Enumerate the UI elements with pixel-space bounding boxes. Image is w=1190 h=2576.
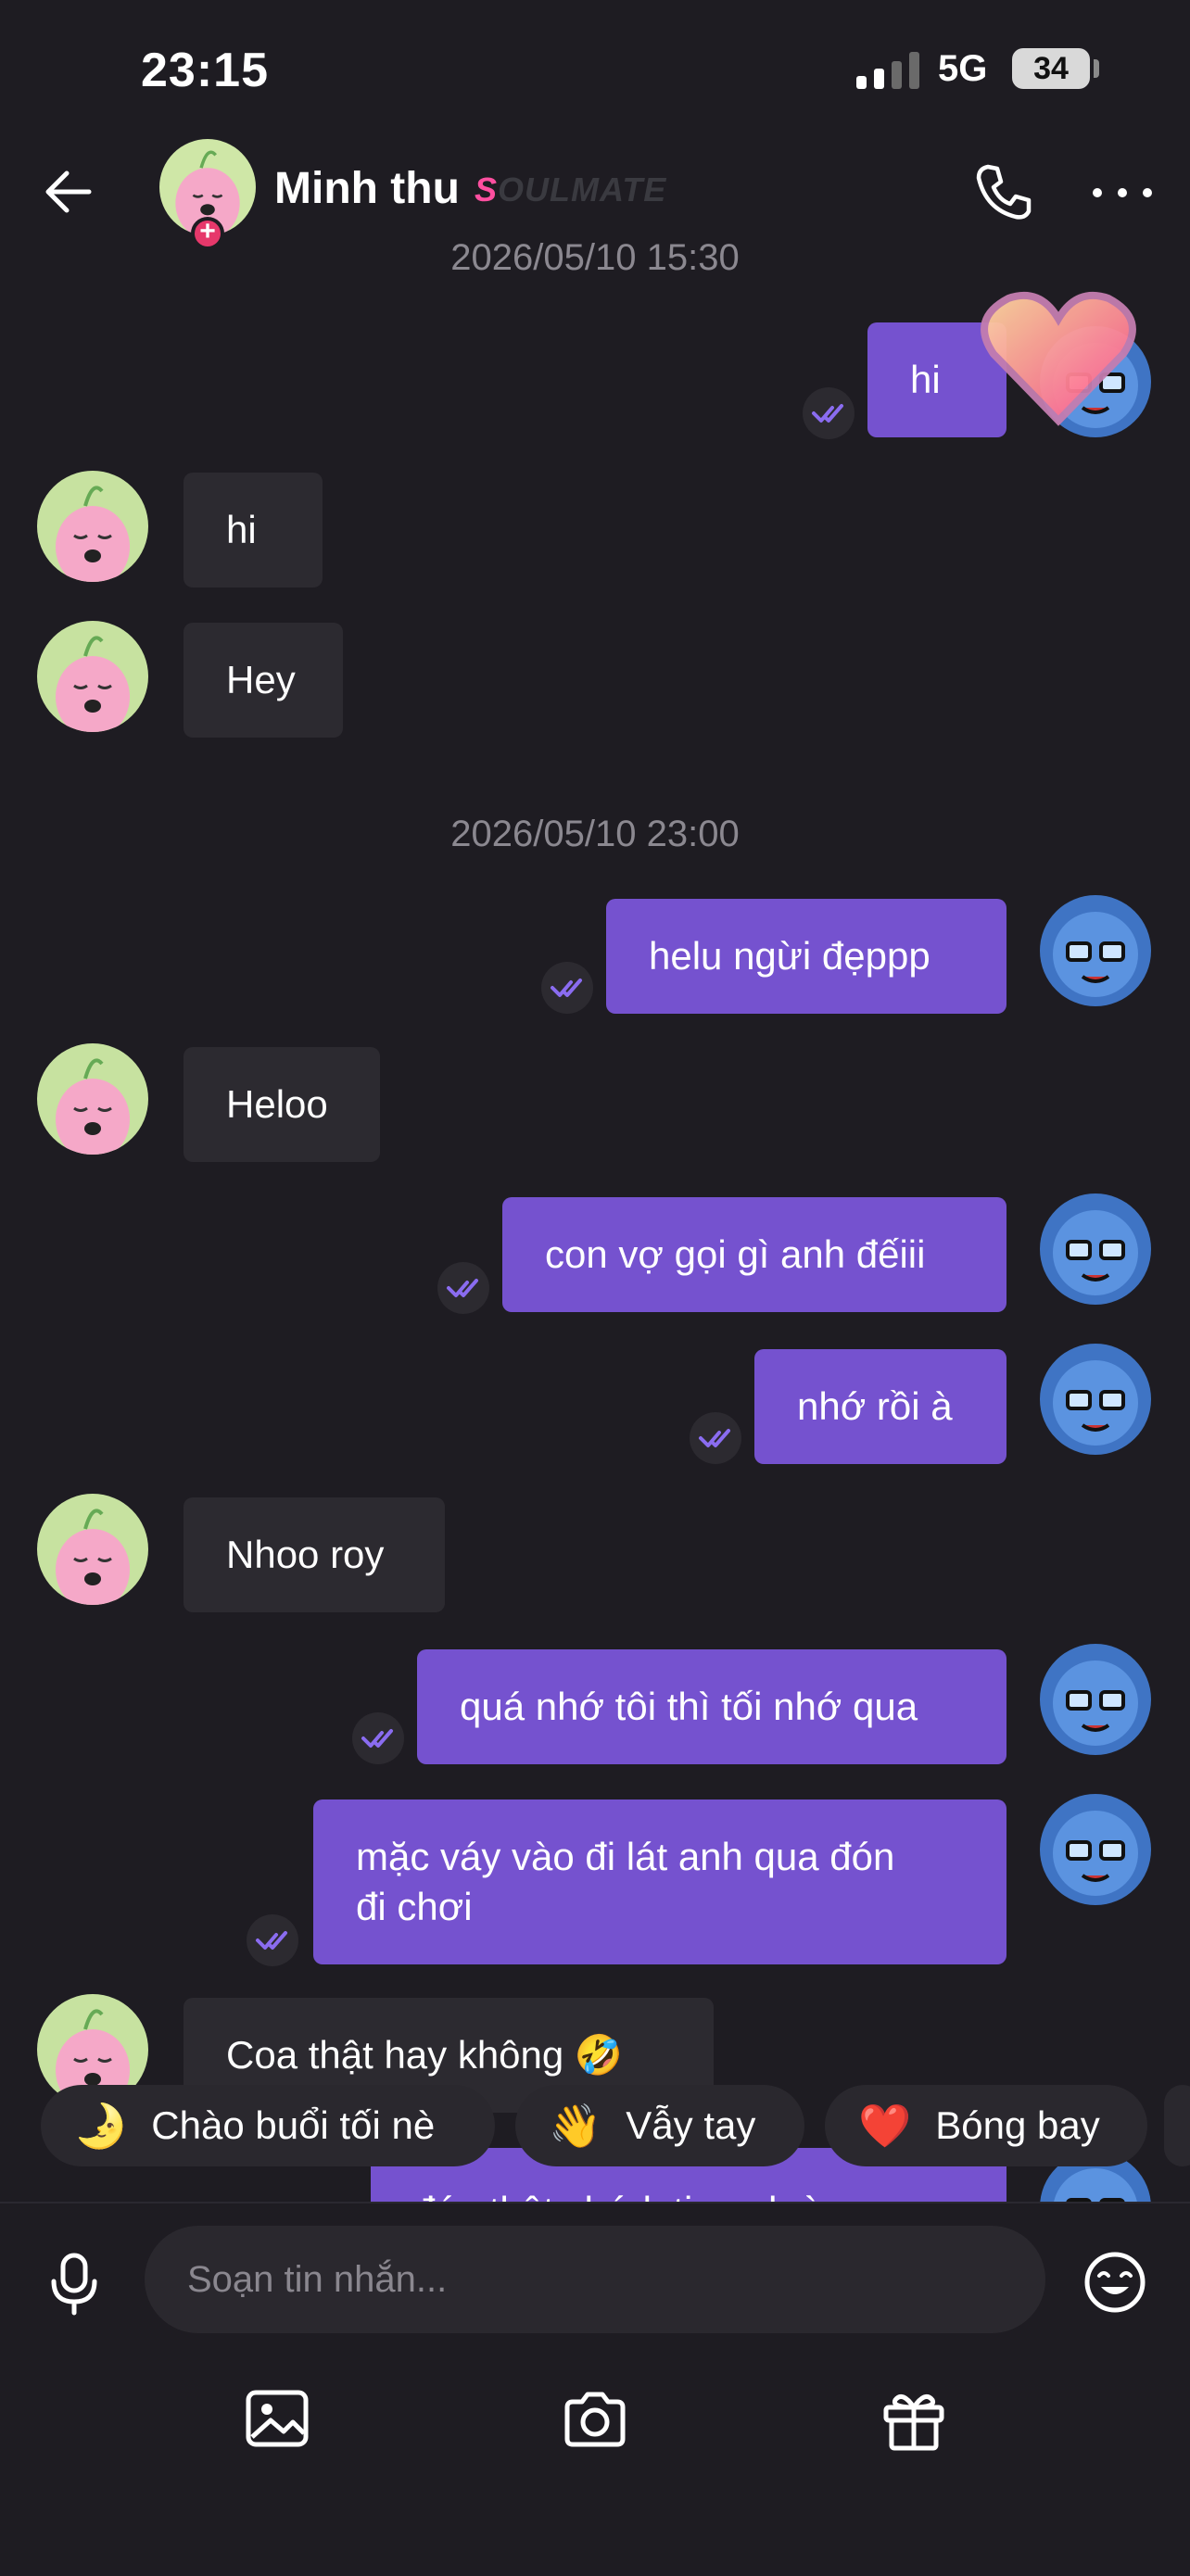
quick-reply-chip[interactable]: 🌛 Chào buổi tối nè	[41, 2085, 495, 2166]
message-bubble-out[interactable]: mặc váy vào đi lát anh qua đón đi chơi	[313, 1799, 1006, 1964]
message-bubble-in[interactable]: Heloo	[184, 1047, 380, 1162]
gift-icon[interactable]	[877, 2383, 951, 2457]
battery-tip	[1094, 59, 1099, 78]
monster-blue-icon	[1053, 1811, 1138, 1896]
read-check-icon	[437, 1262, 489, 1314]
read-check-icon	[247, 1914, 298, 1966]
heart-sticker-icon	[981, 291, 1136, 426]
moon-icon: 🌛	[74, 2101, 128, 2150]
contact-message-avatar[interactable]	[37, 1494, 148, 1605]
contact-name[interactable]: Minh thu	[274, 163, 460, 214]
message-input[interactable]: Soạn tin nhắn...	[145, 2226, 1045, 2333]
contact-message-avatar[interactable]	[37, 1043, 148, 1155]
read-check-icon	[352, 1712, 404, 1764]
quick-reply-label: Bóng bay	[935, 2103, 1100, 2147]
wave-icon: 👋	[549, 2101, 602, 2150]
quick-replies: 🌛 Chào buổi tối nè 👋 Vẫy tay ❤️ Bóng bay	[0, 2085, 1190, 2168]
my-avatar[interactable]	[1040, 1794, 1151, 1905]
my-avatar[interactable]	[1040, 1193, 1151, 1305]
monster-pink-icon	[56, 486, 130, 582]
camera-icon[interactable]	[558, 2383, 632, 2457]
message-bubble-out[interactable]: helu ngừi đẹppp	[606, 899, 1006, 1014]
monster-pink-icon	[56, 636, 130, 732]
read-check-icon	[541, 962, 593, 1014]
gallery-icon[interactable]	[241, 2383, 315, 2457]
quick-reply-label: Vẫy tay	[626, 2103, 756, 2147]
contact-message-avatar[interactable]	[37, 471, 148, 582]
chat-header: + Minh thu SOULMATE	[0, 139, 1190, 250]
message-bubble-in[interactable]: hi	[184, 473, 323, 587]
phone-icon[interactable]	[971, 159, 1036, 224]
heart-icon: ❤️	[858, 2101, 912, 2150]
my-avatar[interactable]	[1040, 895, 1151, 1006]
message-bubble-in[interactable]: Nhoo roy	[184, 1497, 445, 1612]
status-time: 23:15	[141, 44, 269, 97]
battery-icon: 34	[1012, 48, 1090, 89]
monster-blue-icon	[1053, 1661, 1138, 1746]
message-bubble-out[interactable]: quá nhớ tôi thì tối nhớ qua	[417, 1649, 1006, 1764]
monster-blue-icon	[1053, 1360, 1138, 1446]
signal-icon	[856, 52, 919, 89]
message-bubble-out[interactable]: con vợ gọi gì anh đếiii	[502, 1197, 1006, 1312]
monster-blue-icon	[1053, 912, 1138, 997]
microphone-icon[interactable]	[41, 2250, 108, 2317]
timestamp: 2026/05/10 15:30	[450, 237, 740, 278]
monster-pink-icon	[56, 1509, 130, 1605]
soulmate-tag-rest: OULMATE	[498, 170, 667, 208]
emoji-icon[interactable]	[1082, 2250, 1147, 2315]
message-bubble-in[interactable]: Hey	[184, 623, 343, 738]
quick-reply-chip[interactable]: 👋 Vẫy tay	[515, 2085, 804, 2166]
soulmate-tag: SOULMATE	[475, 170, 666, 209]
back-arrow-icon[interactable]	[37, 159, 102, 224]
read-check-icon	[690, 1412, 741, 1464]
soulmate-tag-first: S	[475, 170, 499, 208]
read-check-icon	[803, 387, 855, 439]
composer-bar: Soạn tin nhắn...	[0, 2202, 1190, 2576]
monster-pink-icon	[56, 1058, 130, 1155]
contact-message-avatar[interactable]	[37, 621, 148, 732]
my-avatar[interactable]	[1040, 1344, 1151, 1455]
my-avatar[interactable]	[1040, 1644, 1151, 1755]
network-label: 5G	[938, 48, 988, 89]
quick-reply-chip[interactable]: ❤️ Bóng bay	[825, 2085, 1147, 2166]
message-bubble-out[interactable]: nhớ rồi à	[754, 1349, 1006, 1464]
monster-blue-icon	[1053, 1210, 1138, 1295]
timestamp: 2026/05/10 23:00	[450, 814, 740, 854]
quick-reply-label: Chào buổi tối nè	[151, 2103, 436, 2147]
more-icon[interactable]	[1090, 185, 1155, 200]
quick-reply-chip-partial[interactable]	[1164, 2085, 1190, 2166]
status-bar: 23:15 5G 34	[0, 0, 1190, 139]
